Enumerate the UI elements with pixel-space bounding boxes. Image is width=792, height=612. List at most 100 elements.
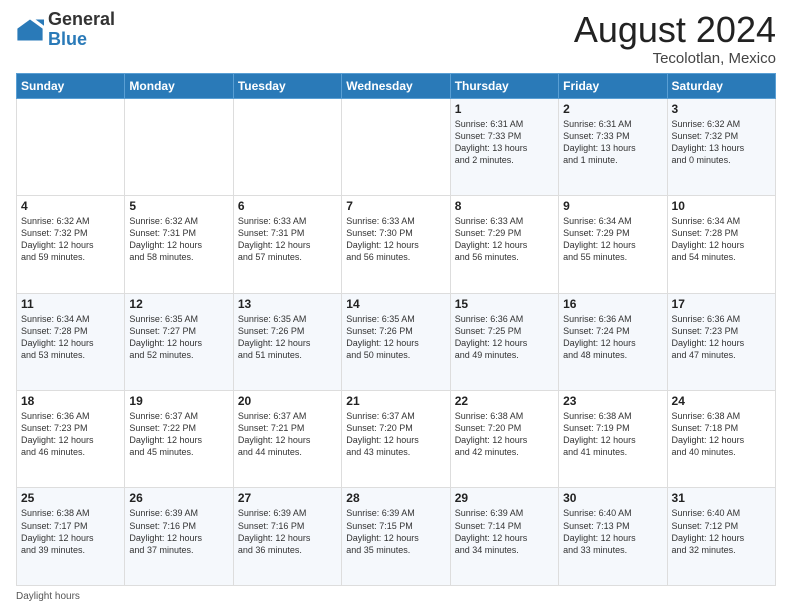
day-number: 14	[346, 297, 445, 311]
day-info: Sunrise: 6:36 AM Sunset: 7:23 PM Dayligh…	[21, 410, 120, 459]
day-info: Sunrise: 6:33 AM Sunset: 7:30 PM Dayligh…	[346, 215, 445, 264]
calendar-cell: 22Sunrise: 6:38 AM Sunset: 7:20 PM Dayli…	[450, 391, 558, 488]
day-info: Sunrise: 6:40 AM Sunset: 7:13 PM Dayligh…	[563, 507, 662, 556]
day-info: Sunrise: 6:34 AM Sunset: 7:29 PM Dayligh…	[563, 215, 662, 264]
calendar-cell: 20 Sunrise: 6:37 AM Sunset: 7:21 PM Dayli…	[233, 391, 341, 488]
week-row-1: 1 Sunrise: 6:31 AM Sunset: 7:33 PM Daylig…	[17, 98, 776, 195]
day-info: Sunrise: 6:35 AM Sunset: 7:26 PM Dayligh…	[238, 313, 337, 362]
calendar-cell: 27Sunrise: 6:39 AM Sunset: 7:16 PM Dayli…	[233, 488, 341, 586]
calendar-cell	[125, 98, 233, 195]
col-header-friday: Friday	[559, 73, 667, 98]
calendar-cell: 25Sunrise: 6:38 AM Sunset: 7:17 PM Dayli…	[17, 488, 125, 586]
day-info: Sunrise: 6:36 AM Sunset: 7:24 PM Dayligh…	[563, 313, 662, 362]
calendar-cell: 10 Sunrise: 6:34 AM Sunset: 7:28 PM Dayli…	[667, 196, 775, 293]
day-number: 10	[672, 199, 771, 213]
day-info: Sunrise: 6:37 AM Sunset: 7:20 PM Dayligh…	[346, 410, 445, 459]
day-info: Sunrise: 6:36 AM Sunset: 7:25 PM Dayligh…	[455, 313, 554, 362]
calendar-cell: 29Sunrise: 6:39 AM Sunset: 7:14 PM Dayli…	[450, 488, 558, 586]
calendar-cell: 23 Sunrise: 6:38 AM Sunset: 7:19 PM Dayli…	[559, 391, 667, 488]
day-info: Sunrise: 6:33 AM Sunset: 7:31 PM Dayligh…	[238, 215, 337, 264]
day-info: Sunrise: 6:38 AM Sunset: 7:19 PM Dayligh…	[563, 410, 662, 459]
day-number: 31	[672, 491, 771, 505]
calendar-cell: 9 Sunrise: 6:34 AM Sunset: 7:29 PM Daylig…	[559, 196, 667, 293]
col-header-monday: Monday	[125, 73, 233, 98]
calendar-cell: 11Sunrise: 6:34 AM Sunset: 7:28 PM Dayli…	[17, 293, 125, 390]
calendar-table: SundayMondayTuesdayWednesdayThursdayFrid…	[16, 73, 776, 586]
col-header-saturday: Saturday	[667, 73, 775, 98]
day-number: 20	[238, 394, 337, 408]
col-header-wednesday: Wednesday	[342, 73, 450, 98]
day-number: 16	[563, 297, 662, 311]
day-info: Sunrise: 6:40 AM Sunset: 7:12 PM Dayligh…	[672, 507, 771, 556]
day-number: 6	[238, 199, 337, 213]
logo: General Blue	[16, 10, 115, 50]
month-year: August 2024	[574, 10, 776, 50]
calendar-cell: 30 Sunrise: 6:40 AM Sunset: 7:13 PM Dayli…	[559, 488, 667, 586]
day-number: 25	[21, 491, 120, 505]
day-info: Sunrise: 6:31 AM Sunset: 7:33 PM Dayligh…	[455, 118, 554, 167]
day-info: Sunrise: 6:32 AM Sunset: 7:32 PM Dayligh…	[672, 118, 771, 167]
calendar-cell: 14 Sunrise: 6:35 AM Sunset: 7:26 PM Dayli…	[342, 293, 450, 390]
footer: Daylight hours	[16, 591, 776, 602]
calendar-cell: 3 Sunrise: 6:32 AM Sunset: 7:32 PM Daylig…	[667, 98, 775, 195]
calendar-cell: 26Sunrise: 6:39 AM Sunset: 7:16 PM Dayli…	[125, 488, 233, 586]
day-info: Sunrise: 6:34 AM Sunset: 7:28 PM Dayligh…	[672, 215, 771, 264]
week-row-2: 4Sunrise: 6:32 AM Sunset: 7:32 PM Daylig…	[17, 196, 776, 293]
calendar-cell: 21 Sunrise: 6:37 AM Sunset: 7:20 PM Dayli…	[342, 391, 450, 488]
day-number: 5	[129, 199, 228, 213]
col-header-tuesday: Tuesday	[233, 73, 341, 98]
calendar-cell: 1 Sunrise: 6:31 AM Sunset: 7:33 PM Daylig…	[450, 98, 558, 195]
calendar-cell: 17 Sunrise: 6:36 AM Sunset: 7:23 PM Dayli…	[667, 293, 775, 390]
daylight-hours-label: Daylight hours	[16, 591, 80, 602]
logo-icon	[16, 16, 44, 44]
day-number: 21	[346, 394, 445, 408]
calendar-cell: 2 Sunrise: 6:31 AM Sunset: 7:33 PM Daylig…	[559, 98, 667, 195]
day-info: Sunrise: 6:39 AM Sunset: 7:16 PM Dayligh…	[238, 507, 337, 556]
day-info: Sunrise: 6:39 AM Sunset: 7:16 PM Dayligh…	[129, 507, 228, 556]
calendar-cell: 24Sunrise: 6:38 AM Sunset: 7:18 PM Dayli…	[667, 391, 775, 488]
day-info: Sunrise: 6:32 AM Sunset: 7:32 PM Dayligh…	[21, 215, 120, 264]
day-number: 3	[672, 102, 771, 116]
day-number: 23	[563, 394, 662, 408]
day-number: 17	[672, 297, 771, 311]
calendar-cell: 6 Sunrise: 6:33 AM Sunset: 7:31 PM Daylig…	[233, 196, 341, 293]
day-info: Sunrise: 6:32 AM Sunset: 7:31 PM Dayligh…	[129, 215, 228, 264]
calendar-cell: 16 Sunrise: 6:36 AM Sunset: 7:24 PM Dayli…	[559, 293, 667, 390]
col-header-thursday: Thursday	[450, 73, 558, 98]
logo-general: General	[48, 10, 115, 30]
day-number: 11	[21, 297, 120, 311]
calendar-cell: 19Sunrise: 6:37 AM Sunset: 7:22 PM Dayli…	[125, 391, 233, 488]
week-row-4: 18 Sunrise: 6:36 AM Sunset: 7:23 PM Dayli…	[17, 391, 776, 488]
day-info: Sunrise: 6:37 AM Sunset: 7:22 PM Dayligh…	[129, 410, 228, 459]
day-number: 9	[563, 199, 662, 213]
day-info: Sunrise: 6:33 AM Sunset: 7:29 PM Dayligh…	[455, 215, 554, 264]
day-info: Sunrise: 6:39 AM Sunset: 7:15 PM Dayligh…	[346, 507, 445, 556]
day-number: 2	[563, 102, 662, 116]
day-info: Sunrise: 6:36 AM Sunset: 7:23 PM Dayligh…	[672, 313, 771, 362]
week-row-3: 11Sunrise: 6:34 AM Sunset: 7:28 PM Dayli…	[17, 293, 776, 390]
header: General Blue August 2024 Tecolotlan, Mex…	[16, 10, 776, 67]
calendar-cell: 12Sunrise: 6:35 AM Sunset: 7:27 PM Dayli…	[125, 293, 233, 390]
day-info: Sunrise: 6:35 AM Sunset: 7:26 PM Dayligh…	[346, 313, 445, 362]
day-number: 30	[563, 491, 662, 505]
day-number: 12	[129, 297, 228, 311]
day-number: 18	[21, 394, 120, 408]
calendar-cell	[17, 98, 125, 195]
day-number: 15	[455, 297, 554, 311]
calendar-cell: 28Sunrise: 6:39 AM Sunset: 7:15 PM Dayli…	[342, 488, 450, 586]
day-info: Sunrise: 6:37 AM Sunset: 7:21 PM Dayligh…	[238, 410, 337, 459]
day-info: Sunrise: 6:38 AM Sunset: 7:18 PM Dayligh…	[672, 410, 771, 459]
calendar-cell: 4Sunrise: 6:32 AM Sunset: 7:32 PM Daylig…	[17, 196, 125, 293]
title-block: August 2024 Tecolotlan, Mexico	[574, 10, 776, 67]
day-number: 29	[455, 491, 554, 505]
day-info: Sunrise: 6:38 AM Sunset: 7:20 PM Dayligh…	[455, 410, 554, 459]
logo-blue: Blue	[48, 30, 115, 50]
calendar-cell: 15 Sunrise: 6:36 AM Sunset: 7:25 PM Dayli…	[450, 293, 558, 390]
day-number: 1	[455, 102, 554, 116]
logo-text: General Blue	[48, 10, 115, 50]
day-number: 13	[238, 297, 337, 311]
calendar-header-row: SundayMondayTuesdayWednesdayThursdayFrid…	[17, 73, 776, 98]
calendar-cell	[233, 98, 341, 195]
day-info: Sunrise: 6:31 AM Sunset: 7:33 PM Dayligh…	[563, 118, 662, 167]
week-row-5: 25Sunrise: 6:38 AM Sunset: 7:17 PM Dayli…	[17, 488, 776, 586]
